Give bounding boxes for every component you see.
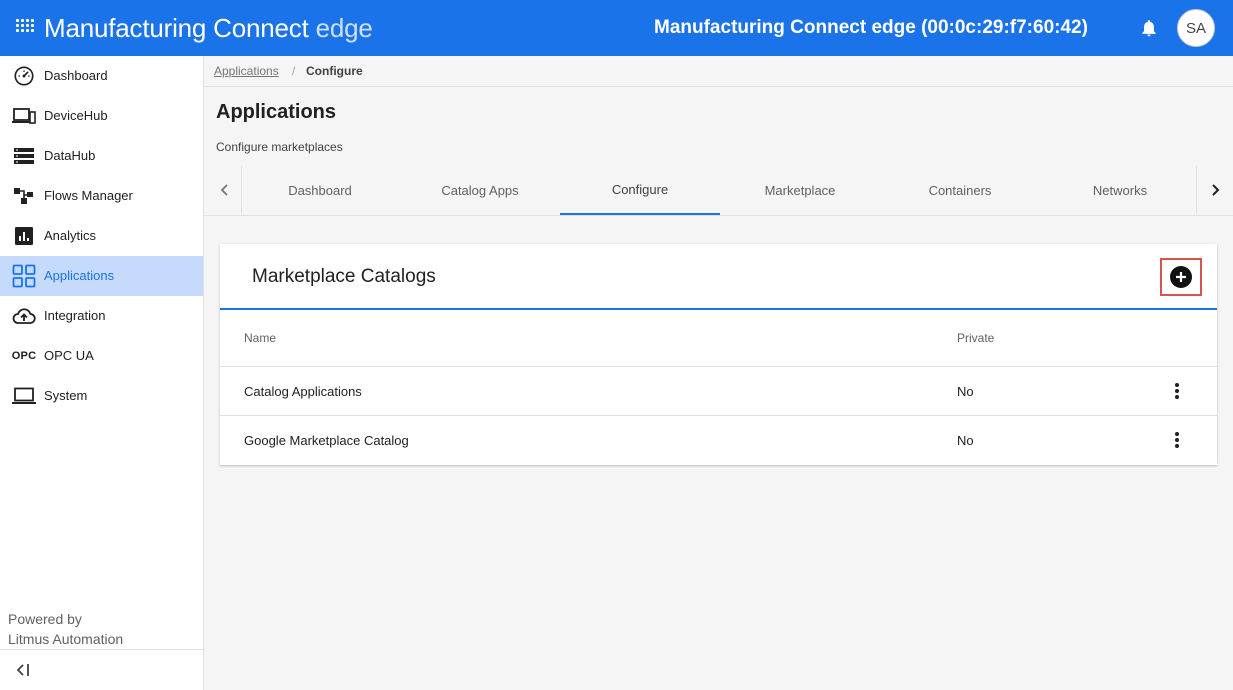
top-app-bar: Manufacturing Connect edge Manufacturing… <box>0 0 1233 56</box>
page-title: Applications <box>216 101 337 123</box>
sidebar-item-label: DataHub <box>44 148 96 163</box>
sidebar-item-label: Integration <box>44 308 106 323</box>
laptop-icon <box>12 385 36 407</box>
chevron-left-icon <box>220 184 228 196</box>
sidebar-item-label: Analytics <box>44 228 97 243</box>
sidebar-item-flows-manager[interactable]: Flows Manager <box>0 176 203 216</box>
breadcrumb-separator: / <box>292 64 296 78</box>
opc-icon: OPC <box>12 345 36 367</box>
add-catalog-button[interactable] <box>1160 258 1202 296</box>
sidebar-item-system[interactable]: System <box>0 376 203 416</box>
devices-icon <box>12 105 36 127</box>
tabs-scroll-left-button[interactable] <box>208 166 242 214</box>
user-avatar[interactable]: SA <box>1177 9 1215 47</box>
sidebar-item-integration[interactable]: Integration <box>0 296 203 336</box>
catalog-name: Catalog Applications <box>244 384 362 399</box>
tab-configure[interactable]: Configure <box>560 166 720 215</box>
tabs-bar: Dashboard Catalog Apps Configure Marketp… <box>204 166 1233 216</box>
device-title: Manufacturing Connect edge (00:0c:29:f7:… <box>654 17 1088 38</box>
speedometer-icon <box>12 65 36 87</box>
sidebar-item-label: OPC UA <box>44 348 94 363</box>
sidebar-item-devicehub[interactable]: DeviceHub <box>0 96 203 136</box>
brand-suffix: edge <box>315 13 373 43</box>
sidebar-item-dashboard[interactable]: Dashboard <box>0 56 203 96</box>
row-menu-icon[interactable] <box>1168 380 1186 402</box>
add-circle-icon <box>1170 266 1192 288</box>
table-row[interactable]: Catalog Applications No <box>220 366 1217 415</box>
catalog-private: No <box>957 384 974 399</box>
sidebar-item-label: Dashboard <box>44 68 108 83</box>
page-subtitle: Configure marketplaces <box>216 140 343 154</box>
analytics-icon <box>12 225 36 247</box>
sidebar-item-opc-ua[interactable]: OPC OPC UA <box>0 336 203 376</box>
catalog-private: No <box>957 433 974 448</box>
sidebar-item-analytics[interactable]: Analytics <box>0 216 203 256</box>
breadcrumb-link-applications[interactable]: Applications <box>214 64 279 78</box>
opc-icon-text: OPC <box>11 350 37 362</box>
sidebar-item-label: DeviceHub <box>44 108 108 123</box>
tab-containers[interactable]: Containers <box>880 166 1040 215</box>
powered-by-text: Powered by Litmus Automation <box>8 609 123 649</box>
app-launcher-icon[interactable] <box>16 19 34 37</box>
sidebar-divider <box>0 649 203 650</box>
collapse-sidebar-icon[interactable] <box>14 662 34 680</box>
tab-dashboard[interactable]: Dashboard <box>240 166 400 215</box>
powered-by-company: Litmus Automation <box>8 631 124 647</box>
card-header-underline <box>220 308 1217 310</box>
sidebar-item-label: Flows Manager <box>44 188 133 203</box>
brand-main: Manufacturing Connect <box>44 13 309 43</box>
apps-grid-icon <box>12 264 36 288</box>
breadcrumb: Applications / Configure <box>204 56 1233 87</box>
row-menu-icon[interactable] <box>1168 429 1186 451</box>
column-header-name[interactable]: Name <box>244 331 276 345</box>
notifications-bell-icon[interactable] <box>1139 18 1159 38</box>
chevron-right-icon <box>1212 184 1220 196</box>
tab-marketplace[interactable]: Marketplace <box>720 166 880 215</box>
marketplace-catalogs-card: Marketplace Catalogs Name Private Catalo… <box>220 244 1217 465</box>
brand-title[interactable]: Manufacturing Connect edge <box>44 13 373 44</box>
sidebar-item-label: System <box>44 388 88 403</box>
card-title: Marketplace Catalogs <box>252 266 436 287</box>
sidebar-item-datahub[interactable]: DataHub <box>0 136 203 176</box>
sidebar-item-label: Applications <box>44 268 115 283</box>
tab-networks[interactable]: Networks <box>1040 166 1200 215</box>
sidebar-item-applications[interactable]: Applications <box>0 256 203 296</box>
breadcrumb-current: Configure <box>306 64 363 78</box>
powered-by-line: Powered by <box>8 611 82 627</box>
table-row[interactable]: Google Marketplace Catalog No <box>220 415 1217 464</box>
flow-icon <box>12 185 36 207</box>
tab-catalog-apps[interactable]: Catalog Apps <box>400 166 560 215</box>
tabs-scroll-right-button[interactable] <box>1196 166 1233 214</box>
column-header-private[interactable]: Private <box>957 331 994 345</box>
storage-icon <box>12 145 36 167</box>
cloud-upload-icon <box>12 305 36 327</box>
catalog-name: Google Marketplace Catalog <box>244 433 409 448</box>
sidebar-nav: Dashboard DeviceHub DataHub Flows Manage… <box>0 56 204 690</box>
